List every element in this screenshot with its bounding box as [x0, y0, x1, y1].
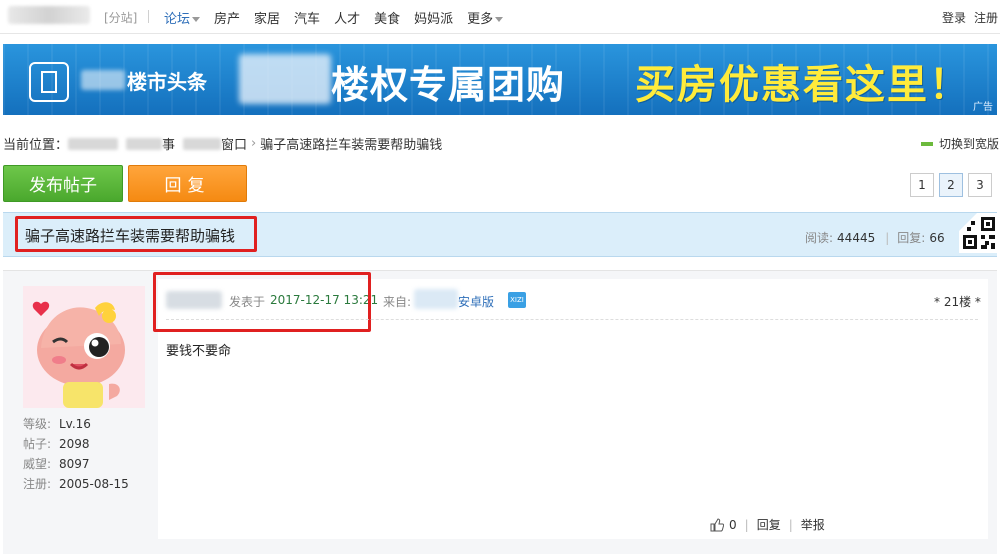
switch-wide-label: 切换到宽版	[939, 137, 1000, 151]
switch-wide-link[interactable]: 切换到宽版	[921, 135, 999, 152]
floor-number[interactable]: * 21楼 *	[934, 293, 981, 310]
pagination: 1 2 3	[910, 173, 992, 197]
login-link[interactable]: 登录	[942, 9, 966, 26]
breadcrumb-chevron-icon: ›	[251, 136, 257, 151]
chevron-down-icon	[192, 17, 201, 22]
site-logo-blurred[interactable]	[8, 6, 90, 24]
nav-item-label: 论坛	[164, 12, 191, 27]
building-icon	[29, 62, 69, 102]
like-count[interactable]: 0	[729, 518, 737, 532]
fenzhan-link[interactable]: [分站]	[104, 9, 137, 26]
breadcrumb-blurred[interactable]	[183, 137, 222, 150]
nav-menu: 论坛 房产 家居 汽车 人才 美食 妈妈派 更多	[164, 8, 517, 27]
post-text: 要钱不要命	[166, 344, 232, 359]
highlight-box	[153, 272, 371, 332]
user-info: 等级: Lv.16 帖子: 2098 威望: 8097 注册: 2005-08-15	[23, 414, 129, 494]
breadcrumb-current: 骗子高速路拦车装需要帮助骗钱	[260, 138, 443, 153]
user-level: 等级: Lv.16	[23, 417, 91, 431]
breadcrumb-item[interactable]: 窗口	[221, 134, 247, 153]
breadcrumb-blurred[interactable]	[68, 137, 119, 150]
from-blurred	[414, 289, 458, 309]
banner-promo: 买房优惠看这里！	[635, 62, 971, 108]
switch-width-icon	[921, 141, 933, 146]
page-2[interactable]: 2	[939, 173, 963, 197]
nav-divider	[148, 10, 149, 23]
post-thread-button[interactable]: 发布帖子	[3, 165, 123, 202]
banner-blurred-text	[81, 70, 125, 90]
nav-item-more[interactable]: 更多	[467, 8, 504, 27]
breadcrumb-blurred[interactable]	[126, 137, 163, 150]
post-from-label: 来自:	[383, 295, 412, 309]
qr-fold	[959, 213, 977, 231]
ad-banner[interactable]: 楼市头条 楼权专属团购 买房优惠看这里！ 广告	[3, 44, 997, 115]
nav-item-talent[interactable]: 人才	[334, 8, 360, 27]
divider	[166, 319, 978, 320]
page-3[interactable]: 3	[968, 173, 992, 197]
post-reply-link[interactable]: 回复	[757, 516, 781, 533]
nav-item-car[interactable]: 汽车	[294, 8, 320, 27]
avatar[interactable]	[23, 286, 145, 408]
user-prestige: 威望: 8097	[23, 457, 90, 471]
breadcrumb-item[interactable]: 事	[162, 134, 175, 153]
post-from-app[interactable]: 安卓版	[458, 293, 494, 310]
nav-item-house[interactable]: 房产	[214, 8, 240, 27]
breadcrumb: 当前位置： 事 窗口 › 骗子高速路拦车装需要帮助骗钱	[3, 134, 442, 153]
user-posts: 帖子: 2098	[23, 437, 90, 451]
chevron-down-icon	[495, 17, 504, 22]
xizi-app-icon: XIZI	[508, 292, 526, 308]
user-register-date: 注册: 2005-08-15	[23, 477, 129, 491]
page-1[interactable]: 1	[910, 173, 934, 197]
views-label: 阅读:	[805, 231, 834, 245]
replies-label: 回复:	[897, 231, 926, 245]
banner-brand: 楼市头条	[127, 70, 207, 94]
register-link[interactable]: 注册	[974, 9, 998, 26]
nav-item-forum[interactable]: 论坛	[164, 8, 201, 27]
qr-code-icon[interactable]	[959, 213, 999, 253]
thumbs-up-icon[interactable]	[710, 517, 724, 532]
reply-button[interactable]: 回复	[128, 165, 247, 202]
post-body: 发表于 2017-12-17 13:21 来自: 安卓版 XIZI * 21楼 …	[153, 272, 988, 539]
nav-item-mama[interactable]: 妈妈派	[414, 8, 453, 27]
breadcrumb-prefix: 当前位置：	[3, 138, 69, 153]
nav-item-food[interactable]: 美食	[374, 8, 400, 27]
ad-tag: 广告	[973, 102, 993, 113]
post-actions: 0 | 回复 | 举报	[710, 516, 825, 533]
replies-count: 66	[929, 231, 945, 245]
thread-title: 骗子高速路拦车装需要帮助骗钱	[25, 227, 236, 245]
views-count: 44445	[837, 231, 876, 245]
post-floor: 等级: Lv.16 帖子: 2098 威望: 8097 注册: 2005-08-15 发…	[3, 270, 997, 554]
thread-title-bar: 骗子高速路拦车装需要帮助骗钱 阅读: 44445 | 回复: 66	[3, 212, 999, 257]
thread-stats: 阅读: 44445 | 回复: 66	[805, 231, 945, 245]
nav-item-home[interactable]: 家居	[254, 8, 280, 27]
top-nav: [分站] 论坛 房产 家居 汽车 人才 美食 妈妈派 更多 登录 注册	[0, 0, 1000, 34]
nav-item-label: 更多	[467, 12, 494, 27]
report-link[interactable]: 举报	[801, 516, 825, 533]
banner-slogan: 楼权专属团购	[331, 63, 566, 107]
banner-blurred-text	[239, 54, 331, 104]
